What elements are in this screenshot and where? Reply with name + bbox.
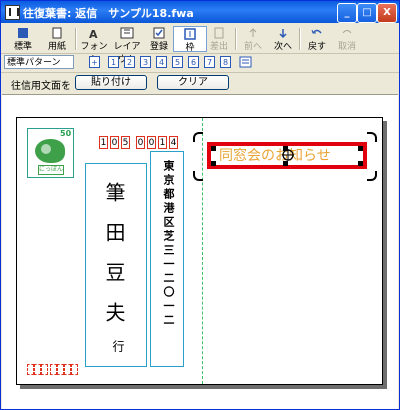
pattern-toolbar: 標準パターン + 1 2 3 4 5 6 7 8 [1,54,399,73]
layout-button[interactable]: レイアウト [111,26,143,65]
recipient-name: 筆田豆夫 [102,182,126,342]
close-button[interactable]: X [377,3,397,23]
paper-label: 用紙 [47,42,66,52]
address-text: 東京都港区芝三一二〇一二 [162,160,175,328]
sender-zip-digit [41,364,48,375]
clear-button[interactable]: クリア [157,75,229,90]
layout-icon [120,27,134,39]
resize-handle[interactable] [211,161,216,166]
fold-line [202,118,203,384]
font-button[interactable]: A フォント [78,26,110,65]
selection-corner[interactable] [193,171,203,181]
undo-button[interactable]: 戻す [301,26,333,52]
zip-digit[interactable]: 0 [110,136,119,149]
recipient-name-box[interactable]: 筆田豆夫 行 [85,163,147,367]
zip-digit[interactable]: 5 [121,136,130,149]
pattern-button-8[interactable]: 8 [220,56,231,68]
sender-zip-digit [50,364,57,375]
address-box[interactable]: 東京都港区芝三一二〇一二 [150,151,184,367]
reply-label: 往信用文面を [11,81,71,92]
sender-label: 差出 [209,42,228,52]
cancel-label: 取消 [337,42,356,52]
selection-corner[interactable] [367,132,377,142]
paste-button[interactable]: 貼り付け [75,75,147,90]
minimize-button[interactable]: _ [337,3,357,23]
zip-digit[interactable]: 1 [99,136,108,149]
font-icon: A [89,28,98,39]
zip-digit[interactable]: 0 [136,136,145,149]
pattern-button-7[interactable]: 7 [204,56,215,68]
main-toolbar: 標準 用紙 A フォント レイアウト 登録 枠 差出 前へ 次へ [1,25,399,65]
paper-button[interactable]: 用紙 [41,26,73,52]
next-button[interactable]: 次へ [267,26,299,52]
pattern-page-icon[interactable]: + [89,56,100,68]
sender-button[interactable]: 差出 [203,26,235,52]
register-button[interactable]: 登録 [143,26,175,52]
register-icon [153,27,165,39]
sender-zip-digit [34,364,41,375]
sender-zip-digit [71,364,78,375]
pattern-button-4[interactable]: 4 [156,56,167,68]
stamp-value: 50 [60,129,72,138]
sender-icon [214,27,224,39]
standard-button[interactable]: 標準 [7,26,39,52]
app-window: 往復葉書: 返信 サンプル18.fwa _ □ X 標準 用紙 A フォント レ… [0,0,400,410]
next-label: 次へ [273,42,292,52]
postcard[interactable]: 50 にっぽん 1 0 5 0 0 1 4 筆田豆夫 行 東京都港区芝三一二〇一… [16,117,383,385]
frame-button[interactable]: 枠 [173,26,207,53]
pattern-button-2[interactable]: 2 [124,56,135,68]
pattern-settings-icon[interactable] [239,56,252,68]
title-bar[interactable]: 往復葉書: 返信 サンプル18.fwa _ □ X [1,1,399,23]
pattern-button-6[interactable]: 6 [188,56,199,68]
svg-text:A: A [89,28,98,39]
sender-zip-digit [27,364,34,375]
maximize-button[interactable]: □ [357,3,377,23]
next-icon [279,29,287,39]
stamp-area: 50 にっぽん [27,128,74,178]
reply-bar: 往信用文面を 貼り付け クリア [1,74,399,92]
move-cursor-icon [282,149,294,161]
register-label: 登録 [149,42,168,52]
app-icon [5,5,20,20]
sender-zip-digit [64,364,71,375]
editor-canvas[interactable]: 50 にっぽん 1 0 5 0 0 1 4 筆田豆夫 行 東京都港区芝三一二〇一… [2,94,398,409]
pattern-select[interactable]: 標準パターン [4,55,74,69]
zip-digit[interactable]: 0 [147,136,156,149]
pattern-button-3[interactable]: 3 [140,56,151,68]
standard-icon [18,28,28,38]
prev-icon [249,28,257,37]
undo-label: 戻す [307,42,326,52]
sender-zip-digit [57,364,64,375]
bird-stamp-icon [35,139,65,163]
resize-handle[interactable] [211,146,216,151]
paper-icon [52,27,62,39]
standard-label: 標準 [13,42,32,52]
frame-icon [184,28,196,40]
selection-corner[interactable] [367,171,377,181]
toolbar-separator [75,28,77,50]
resize-handle[interactable] [358,161,363,166]
cancel-icon [342,30,352,34]
prev-label: 前へ [243,42,262,52]
window-title: 往復葉書: 返信 サンプル18.fwa [23,7,194,20]
prev-button[interactable]: 前へ [237,26,269,52]
frame-label: 枠 [185,43,195,53]
stamp-label: にっぽん [38,165,64,175]
pattern-button-5[interactable]: 5 [172,56,183,68]
cancel-button[interactable]: 取消 [331,26,363,52]
selection-corner[interactable] [193,132,203,142]
pattern-button-1[interactable]: 1 [108,56,119,68]
undo-icon [311,29,322,34]
zip-digit[interactable]: 1 [158,136,167,149]
honorific: 行 [111,340,125,352]
selected-text[interactable]: 同窓会のお知らせ [219,145,331,165]
resize-handle[interactable] [358,146,363,151]
zip-digit[interactable]: 4 [169,136,178,149]
